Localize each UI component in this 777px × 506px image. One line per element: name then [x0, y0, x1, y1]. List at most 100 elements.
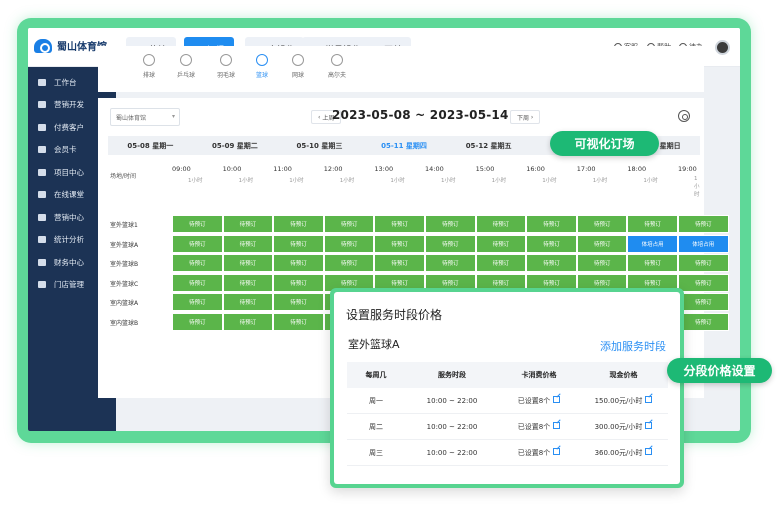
avatar[interactable]: [715, 40, 730, 55]
slot-available[interactable]: 待预订: [475, 234, 527, 253]
sidebar-item-label: 工作台: [54, 77, 77, 87]
slot-available[interactable]: 待预订: [526, 254, 577, 272]
duration-label: 1小时: [238, 178, 254, 184]
row-time: 10:00 ~ 22:00: [426, 448, 478, 457]
hour-label: 09:00: [172, 165, 191, 173]
edit-icon[interactable]: [553, 395, 561, 403]
price-card-title: 设置服务时段价格: [346, 308, 443, 322]
settings-gear-icon[interactable]: [678, 110, 690, 122]
col-cash-price: 现金价格: [609, 371, 638, 379]
slot-available[interactable]: 待预订: [425, 234, 476, 253]
sport-tennis[interactable]: 网球: [283, 54, 313, 79]
slot-available[interactable]: 待预订: [273, 312, 324, 331]
visual-booking-badge: 可视化订场: [550, 131, 659, 156]
add-service-period-link[interactable]: 添加服务时段: [600, 338, 666, 354]
sidebar-item-label: 营销开发: [54, 100, 84, 110]
slot-occupied[interactable]: 体培占用: [627, 234, 678, 253]
slot-available[interactable]: 待预订: [172, 273, 223, 292]
edit-icon[interactable]: [645, 447, 653, 455]
slot-available[interactable]: 待预订: [172, 293, 223, 311]
slot-available[interactable]: 待预订: [172, 254, 223, 272]
row-card: 已设置8个: [517, 396, 551, 405]
slot-available[interactable]: 待预订: [273, 234, 324, 253]
slot-available[interactable]: 待预订: [425, 215, 476, 233]
slot-available[interactable]: 待预订: [323, 234, 375, 253]
slot-available[interactable]: 待预订: [273, 293, 324, 311]
sidebar-item-label: 付费客户: [54, 122, 84, 132]
sport-golf[interactable]: 高尔夫: [322, 54, 352, 79]
court-label: 室内篮球A: [110, 300, 139, 307]
slot-available[interactable]: 待预订: [323, 215, 375, 233]
sport-pingpong[interactable]: 乒乓球: [171, 54, 201, 79]
sport-badminton[interactable]: 羽毛球: [211, 54, 241, 79]
slot-available[interactable]: 待预订: [678, 293, 729, 311]
duration-label: 1小时: [441, 178, 456, 184]
table-row: 周三 10:00 ~ 22:00 已设置8个 360.00元/小时: [347, 440, 668, 466]
slot-occupied[interactable]: 体培占用: [678, 234, 729, 253]
col-weekday: 每周几: [365, 371, 387, 379]
day-tab-active[interactable]: 05-11 星期四: [362, 141, 447, 151]
sport-volleyball[interactable]: 排球: [134, 54, 164, 79]
sport-label: 网球: [291, 72, 304, 79]
users-icon: [38, 123, 46, 131]
slot-available[interactable]: 待预订: [222, 273, 274, 292]
slot-available[interactable]: 待预订: [374, 254, 425, 272]
sport-basketball[interactable]: 篮球: [247, 54, 277, 79]
gear-icon: [38, 281, 46, 289]
slot-available[interactable]: 待预订: [425, 254, 476, 272]
next-week-button[interactable]: 下周 ›: [510, 110, 541, 124]
slot-available[interactable]: 待预订: [222, 234, 274, 253]
court-label: 室内篮球B: [110, 319, 139, 327]
tag-icon: [38, 213, 46, 221]
slot-available[interactable]: 待预订: [222, 215, 274, 233]
app-logo[interactable]: 蜀山体育馆: [34, 38, 107, 53]
slot-available[interactable]: 待预订: [374, 234, 425, 253]
slot-available[interactable]: 待预订: [222, 254, 274, 272]
hour-label: 11:00: [273, 165, 292, 173]
slot-available[interactable]: 待预订: [172, 215, 223, 233]
slot-available[interactable]: 待预订: [678, 254, 729, 272]
row-cash-cell: 360.00元/小时: [579, 447, 668, 458]
slot-available[interactable]: 待预订: [172, 312, 223, 331]
slot-available[interactable]: 待预订: [576, 254, 628, 272]
slot-available[interactable]: 待预订: [222, 293, 274, 311]
day-tab[interactable]: 05-12 星期五: [446, 141, 531, 151]
sidebar-item-label: 在线课堂: [54, 190, 84, 200]
slot-available[interactable]: 待预订: [172, 234, 223, 253]
slot-available[interactable]: 待预订: [678, 215, 729, 233]
slot-available[interactable]: 待预订: [526, 234, 577, 253]
slot-available[interactable]: 待预订: [475, 215, 527, 233]
slot-available[interactable]: 待预订: [526, 215, 577, 233]
edit-icon[interactable]: [553, 447, 561, 455]
venue-select[interactable]: 蜀山体育馆 ▾: [110, 108, 180, 126]
row-day: 周一: [369, 396, 383, 405]
slot-available[interactable]: 待预订: [678, 273, 729, 292]
slot-available[interactable]: 待预订: [576, 215, 628, 233]
slot-available[interactable]: 待预订: [273, 254, 324, 272]
slot-available[interactable]: 待预订: [576, 234, 628, 253]
slot-available[interactable]: 待预订: [374, 215, 425, 233]
hour-label: 12:00: [323, 165, 343, 173]
slot-available[interactable]: 待预订: [222, 312, 274, 331]
day-tab[interactable]: 05-08 星期一: [108, 141, 193, 151]
sport-label: 乒乓球: [176, 72, 195, 79]
row-time: 10:00 ~ 22:00: [426, 396, 478, 405]
slot-available[interactable]: 待预订: [273, 273, 324, 292]
slot-available[interactable]: 待预订: [627, 254, 678, 272]
day-tab[interactable]: 05-10 星期三: [277, 141, 362, 151]
slot-available[interactable]: 待预订: [627, 215, 678, 233]
sport-label: 高尔夫: [327, 72, 346, 79]
duration-label: 1小时: [289, 178, 304, 184]
slot-available[interactable]: 待预订: [273, 215, 324, 233]
edit-icon[interactable]: [645, 395, 653, 403]
slot-available[interactable]: 待预订: [475, 254, 527, 272]
slot-available[interactable]: 待预订: [678, 312, 729, 331]
day-tab[interactable]: 05-09 星期二: [193, 141, 278, 151]
edit-icon[interactable]: [553, 421, 561, 429]
edit-icon[interactable]: [645, 421, 653, 429]
row-card: 已设置8个: [517, 448, 551, 457]
hour-label: 15:00: [475, 165, 495, 173]
slot-available[interactable]: 待预订: [323, 254, 375, 272]
table-row: 周一 10:00 ~ 22:00 已设置8个 150.00元/小时: [347, 388, 668, 414]
pie-chart-icon: [38, 236, 46, 244]
